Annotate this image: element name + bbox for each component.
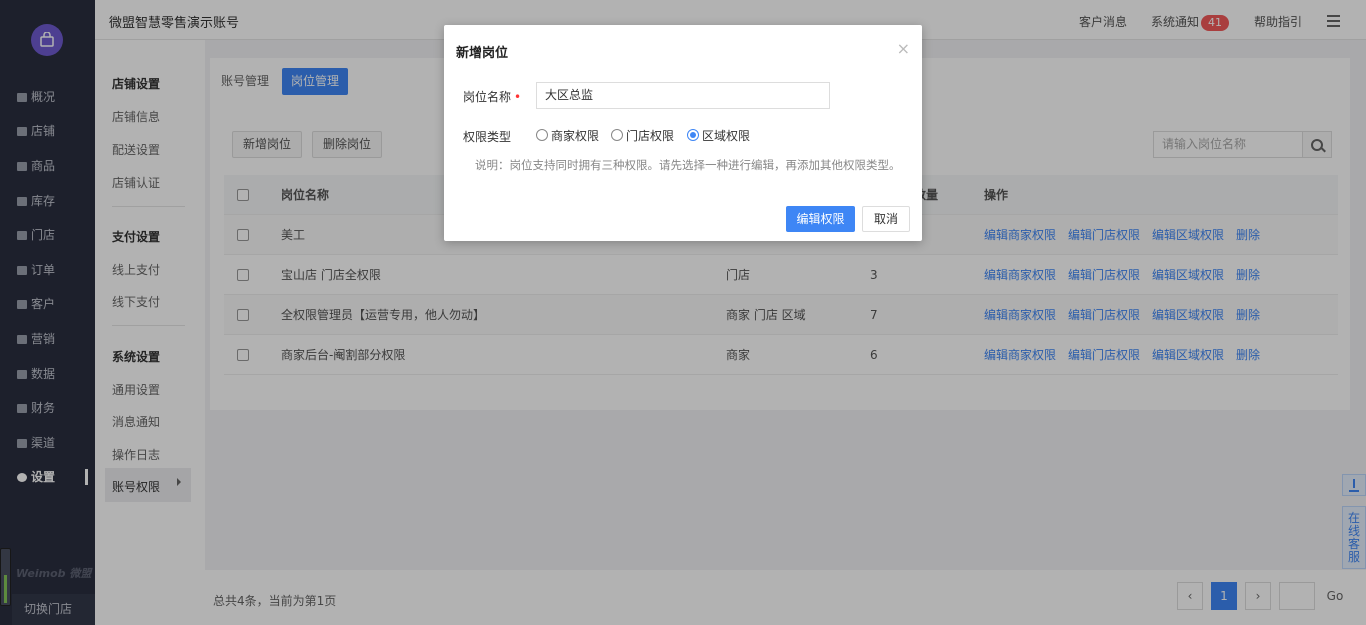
- radio-circle: [536, 129, 548, 141]
- radio-label: 门店权限: [626, 129, 675, 143]
- radio-label: 区域权限: [702, 129, 751, 143]
- radio-label: 商家权限: [551, 129, 600, 143]
- position-name-input[interactable]: 大区总监: [536, 82, 830, 109]
- add-position-dialog: 新增岗位 × 岗位名称 • 大区总监 权限类型 商家权限 门店权限 区域权限 说明…: [444, 25, 922, 241]
- radio-circle-selected: [687, 129, 699, 141]
- edit-permissions-button[interactable]: 编辑权限: [786, 206, 855, 232]
- radio-circle: [611, 129, 623, 141]
- cancel-button[interactable]: 取消: [862, 206, 910, 232]
- close-icon[interactable]: ×: [897, 39, 910, 58]
- permission-note: 说明：岗位支持同时拥有三种权限。请先选择一种进行编辑，再添加其他权限类型。: [475, 158, 901, 172]
- required-mark: •: [514, 90, 522, 104]
- radio-region-permission[interactable]: 区域权限: [687, 127, 750, 144]
- radio-store-permission[interactable]: 门店权限: [611, 127, 674, 144]
- position-name-label: 岗位名称 •: [463, 88, 521, 105]
- position-name-label-text: 岗位名称: [463, 90, 512, 104]
- dialog-title: 新增岗位: [456, 46, 509, 61]
- permission-type-label: 权限类型: [463, 130, 512, 144]
- radio-merchant-permission[interactable]: 商家权限: [536, 127, 599, 144]
